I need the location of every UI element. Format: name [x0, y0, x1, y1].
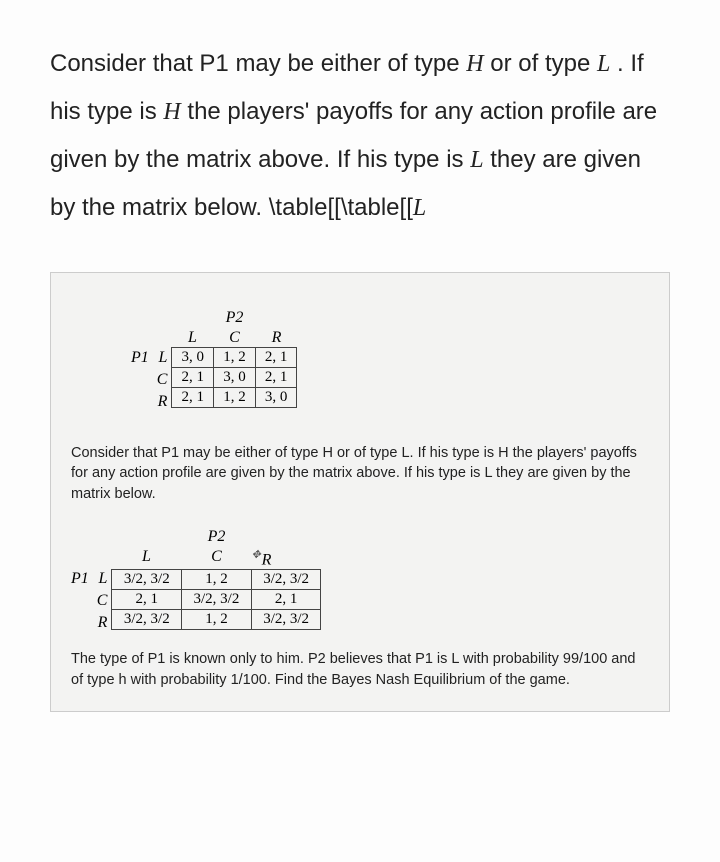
col-label: C [181, 548, 251, 569]
page: Consider that P1 may be either of type H… [0, 0, 720, 742]
payoff-cell: 2, 1 [112, 590, 182, 610]
payoff-cell: 2, 1 [255, 367, 297, 387]
col-label-R: ✥R [251, 548, 321, 569]
payoff-cell: 3/2, 3/2 [112, 570, 182, 590]
payoff-cell: 3, 0 [214, 367, 256, 387]
content-box: P1 L C R P2 L C R [50, 272, 670, 712]
col-label: L [111, 548, 181, 569]
matrix-table-H: 3, 0 1, 2 2, 1 2, 1 3, 0 2, 1 2, 1 1, 2 [171, 347, 297, 408]
col-labels-L: L C ✥R [111, 548, 321, 569]
row-label: R [97, 612, 108, 634]
middle-paragraph: Consider that P1 may be either of type H… [71, 443, 649, 504]
type-L: L [597, 51, 610, 77]
type-L-2: L [470, 147, 483, 173]
col-labels-H: L C R [171, 329, 297, 347]
row-label: L [157, 347, 168, 369]
payoff-cell: 3, 0 [255, 387, 297, 407]
payoff-cell: 2, 1 [172, 387, 214, 407]
intro-paragraph: Consider that P1 may be either of type H… [50, 40, 670, 232]
col-label: R [255, 329, 297, 347]
col-label: R [262, 551, 272, 568]
payoff-cell: 2, 1 [172, 367, 214, 387]
p2-label-H: P2 [171, 309, 297, 327]
payoff-cell: 3/2, 3/2 [251, 610, 321, 630]
payoff-cell: 3/2, 3/2 [182, 590, 252, 610]
intro-text-1: Consider that P1 may be either of type [50, 50, 466, 77]
row-label: L [97, 568, 108, 590]
p1-label-L: P1 [71, 570, 89, 588]
row-label: C [97, 590, 108, 612]
col-label: C [213, 329, 255, 347]
payoff-cell: 3/2, 3/2 [112, 610, 182, 630]
p2-label-L: P2 [111, 528, 321, 546]
row-labels-L: L C R [97, 524, 108, 634]
intro-text-2: or of type [484, 50, 597, 77]
payoff-cell: 1, 2 [182, 570, 252, 590]
payoff-matrix-L: P1 L C R P2 L C ✥R [71, 524, 649, 634]
col-label: L [171, 329, 213, 347]
payoff-matrix-H: P1 L C R P2 L C R [131, 303, 649, 413]
payoff-cell: 1, 2 [214, 387, 256, 407]
row-label: C [157, 369, 168, 391]
payoff-cell: 3/2, 3/2 [251, 570, 321, 590]
payoff-cell: 2, 1 [255, 347, 297, 367]
bottom-paragraph: The type of P1 is known only to him. P2 … [71, 649, 649, 691]
row-labels-H: L C R [157, 303, 168, 413]
payoff-cell: 1, 2 [182, 610, 252, 630]
p1-label-H: P1 [131, 349, 149, 367]
matrix-table-L: 3/2, 3/2 1, 2 3/2, 3/2 2, 1 3/2, 3/2 2, … [111, 569, 321, 630]
type-L-3: L [413, 195, 426, 221]
row-label: R [157, 391, 168, 413]
type-H: H [466, 51, 483, 77]
type-H-2: H [163, 99, 180, 125]
payoff-cell: 1, 2 [214, 347, 256, 367]
move-icon: ✥ [251, 548, 260, 561]
payoff-cell: 2, 1 [251, 590, 321, 610]
payoff-cell: 3, 0 [172, 347, 214, 367]
